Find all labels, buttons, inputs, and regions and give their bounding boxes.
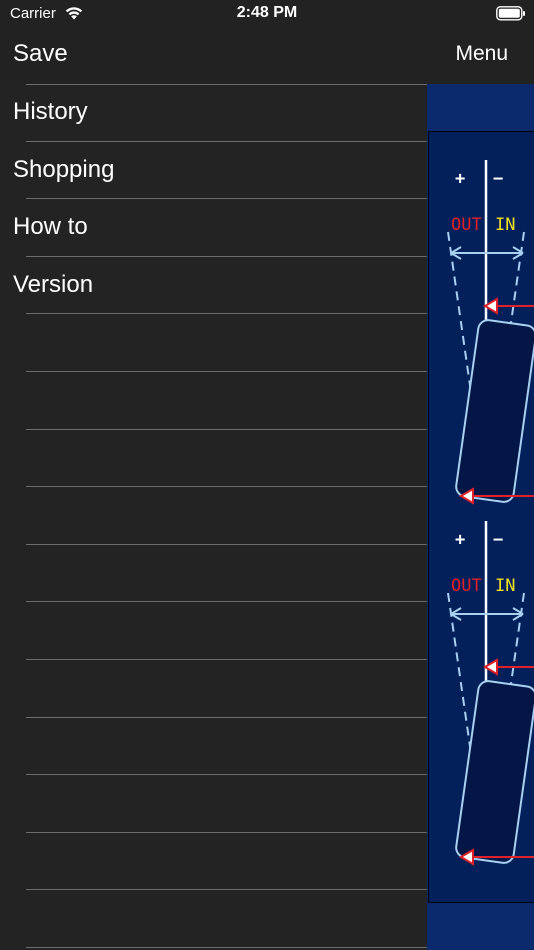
main-content: + − OUT IN + − OUT IN [427,84,534,950]
in-label: IN [495,215,515,235]
menu-row-empty [0,314,427,372]
menu-item-history[interactable]: History [0,84,427,142]
toe-diagram-rear: + − OUT IN [447,521,534,866]
menu-item-shopping[interactable]: Shopping [0,142,427,200]
menu-row-empty [0,660,427,718]
in-label: IN [495,576,515,596]
status-bar: Carrier 2:48 PM [0,0,534,28]
plus-sign: + [455,530,465,550]
menu-item-label: History [13,98,88,125]
side-drawer-menu: History Shopping How to Version [0,84,427,950]
menu-row-empty [0,602,427,660]
menu-row-empty [0,545,427,603]
plus-sign: + [455,169,465,189]
battery-icon [496,6,526,26]
menu-row-empty [0,430,427,488]
menu-row-empty [0,487,427,545]
minus-sign: − [493,169,503,189]
menu-row-empty [0,718,427,776]
menu-item-version[interactable]: Version [0,257,427,315]
out-label: OUT [451,215,482,235]
menu-row-empty [0,833,427,891]
menu-row-empty [0,775,427,833]
top-toolbar: Save Menu [0,28,534,84]
menu-item-label: How to [13,213,88,241]
alignment-panel: + − OUT IN + − OUT IN [428,131,534,903]
menu-button[interactable]: Menu [455,42,508,66]
save-button[interactable]: Save [13,40,68,68]
row-divider [26,946,427,948]
status-time: 2:48 PM [236,4,298,21]
out-label: OUT [451,576,482,596]
menu-row-empty [0,372,427,430]
toe-diagram-front: + − OUT IN [447,160,534,505]
menu-item-how-to[interactable]: How to [0,199,427,257]
menu-item-label: Version [13,270,94,298]
menu-row-empty [0,890,427,948]
minus-sign: − [493,530,503,550]
menu-item-label: Shopping [13,155,115,183]
